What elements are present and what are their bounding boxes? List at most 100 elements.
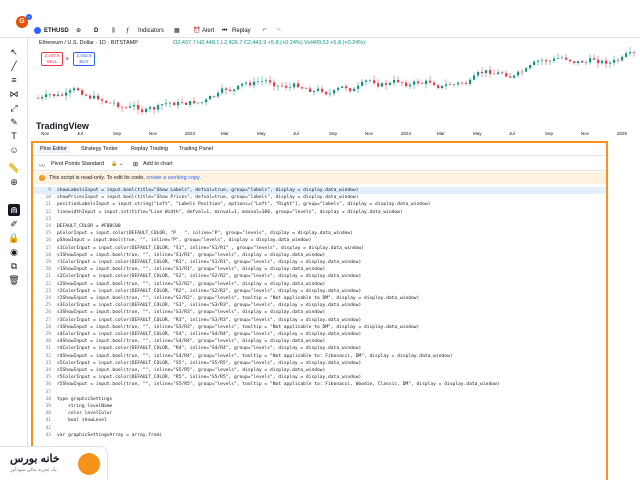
sell-button[interactable]: 2,447.9 SELL — [41, 52, 63, 66]
candle-body — [325, 91, 328, 95]
code-line[interactable]: 37 — [33, 389, 606, 396]
code-line[interactable]: 42 — [33, 425, 606, 432]
text-icon[interactable]: T — [8, 130, 20, 142]
stay-drawing-icon[interactable]: ✐ — [8, 218, 20, 230]
layers-icon[interactable]: ⧉ — [8, 260, 20, 272]
candle-body — [569, 59, 572, 62]
code-line[interactable]: 29 s4ColorInput = input.color(DEFAULT_COL… — [33, 331, 606, 338]
add-to-chart-button[interactable]: Add to chart — [143, 161, 173, 167]
tab-strategy-tester[interactable]: Strategy Tester — [81, 146, 118, 152]
trash-icon[interactable]: 🗑 — [8, 274, 20, 286]
tab-trading-panel[interactable]: Trading Panel — [179, 146, 213, 152]
code-line[interactable]: 32 r4ShowInput = input.bool(true, "", inl… — [33, 353, 606, 360]
code-line[interactable]: 14 DEFAULT_COLOR = #FB8C00 — [33, 223, 606, 230]
code-line[interactable]: 39 string levelName — [33, 403, 606, 410]
candle-body — [297, 83, 300, 88]
code-line[interactable]: 20 r1ShowInput = input.bool(true, "", inl… — [33, 266, 606, 273]
code-line[interactable]: 28 r3ShowInput = input.bool(true, "", inl… — [33, 324, 606, 331]
cursor-icon[interactable]: ↖ — [8, 46, 20, 58]
candle-body — [549, 60, 552, 62]
code-line[interactable]: 40 color levelColor — [33, 410, 606, 417]
ohlc-readout: O2,437.7 H2,448.1 L2,426.7 C2,443.9 +5.8… — [173, 40, 366, 46]
code-line[interactable]: 35 r5ColorInput = input.color(DEFAULT_COL… — [33, 374, 606, 381]
code-line[interactable]: 11 positionLabelsInput = input.string("Le… — [33, 201, 606, 208]
code-line[interactable]: 22 s2ShowInput = input.bool(true, "", inl… — [33, 281, 606, 288]
indicators-button[interactable]: Indicators — [138, 26, 164, 36]
candle-body — [233, 89, 236, 92]
code-line[interactable]: 13 — [33, 216, 606, 223]
trend-line-icon[interactable]: ╱ — [8, 60, 20, 72]
time-tick: 2023 — [185, 131, 196, 136]
candle-body — [253, 81, 256, 86]
candle-body — [577, 61, 580, 64]
code-line[interactable]: 18 s1ShowInput = input.bool(true, "", inl… — [33, 252, 606, 259]
brush-icon[interactable]: ✎ — [8, 116, 20, 128]
time-tick: Sep — [329, 131, 338, 136]
zoom-icon[interactable]: ⊕ — [8, 176, 20, 188]
replay-icon[interactable]: ⏮ — [222, 26, 227, 36]
code-line[interactable]: 36 r5ShowInput = input.bool(true, "", inl… — [33, 381, 606, 388]
candle-body — [525, 68, 528, 72]
code-text: showLabelsInput = input.bool(title="Show… — [57, 188, 359, 193]
code-line[interactable]: 34 s5ShowInput = input.bool(true, "", inl… — [33, 367, 606, 374]
interval-selector[interactable]: D — [94, 26, 98, 36]
code-area[interactable]: 9 showLabelsInput = input.bool(title="Sho… — [33, 187, 606, 480]
forecast-icon[interactable]: ⤢ — [8, 102, 20, 114]
code-line[interactable]: 10 showPricesInput = input.bool(title="Sh… — [33, 194, 606, 201]
candle-body — [329, 93, 332, 95]
code-line[interactable]: 27 r3ColorInput = input.color(DEFAULT_COL… — [33, 317, 606, 324]
code-line[interactable]: 12 linewidthInput = input.int(title="Line… — [33, 209, 606, 216]
line-number: 28 — [45, 324, 51, 330]
chevron-down-icon[interactable]: ⌄ — [119, 161, 123, 167]
undo-icon[interactable]: ↶ — [262, 26, 267, 36]
magnet-icon[interactable]: ⋒ — [8, 204, 20, 216]
add-to-chart-icon[interactable]: ⊞ — [133, 161, 138, 168]
code-line[interactable]: 33 s5ColorInput = input.color(DEFAULT_COL… — [33, 360, 606, 367]
code-line[interactable]: 41 bool showLevel — [33, 417, 606, 424]
alert-button[interactable]: Alert — [202, 26, 214, 36]
pattern-icon[interactable]: ⋈ — [8, 88, 20, 100]
code-line[interactable]: 16 pShowInput = input.bool(true, "", inli… — [33, 237, 606, 244]
layouts-icon[interactable]: ▦ — [174, 26, 180, 36]
line-number: 20 — [45, 267, 51, 273]
ruler-icon[interactable]: 📏 — [8, 162, 20, 174]
code-line[interactable]: 30 s4ShowInput = input.bool(true, "", inl… — [33, 338, 606, 345]
time-axis[interactable]: Nov Jul Sep Nov 2023 Mar May Jul Sep Nov 2024 Mar Ma… — [29, 131, 640, 138]
code-line[interactable]: 15 pColorInput = input.color(DEFAULT_COLO… — [33, 230, 606, 237]
code-line[interactable]: 21 s2ColorInput = input.color(DEFAULT_COL… — [33, 273, 606, 280]
line-number: 13 — [45, 216, 51, 222]
candle-body — [393, 79, 396, 83]
code-line[interactable]: 26 s3ShowInput = input.bool(true, "", inl… — [33, 309, 606, 316]
code-line[interactable]: 43 var graphicSettingsArray = array.from( — [33, 432, 606, 439]
add-symbol-icon[interactable]: ⊕ — [76, 26, 81, 36]
code-line[interactable]: 23 r2ColorInput = input.color(DEFAULT_COL… — [33, 288, 606, 295]
code-line[interactable]: 24 r2ShowInput = input.bool(true, "", inl… — [33, 295, 606, 302]
emoji-icon[interactable]: ☺ — [8, 144, 20, 156]
price-chart[interactable]: Ethereum / U.S. Dollar · 1D · BITSTAMP O… — [29, 38, 640, 138]
script-name[interactable]: Pivot Points Standard — [51, 161, 104, 167]
code-text: pShowInput = input.bool(true, "", inline… — [57, 238, 312, 244]
indicators-icon[interactable]: ƒ — [126, 26, 129, 36]
buy-button[interactable]: 2,442.9 BUY — [73, 52, 95, 66]
tab-replay-trading[interactable]: Replay Trading — [131, 146, 168, 152]
hide-icon[interactable]: ◉ — [8, 246, 20, 258]
code-line[interactable]: 25 s3ColorInput = input.color(DEFAULT_COL… — [33, 302, 606, 309]
tab-pine-editor[interactable]: Pine Editor — [37, 145, 70, 153]
line-number: 18 — [45, 252, 51, 258]
alert-icon[interactable]: ⏰ — [193, 26, 200, 36]
candle-body — [529, 65, 532, 69]
code-line[interactable]: 31 r4ColorInput = input.color(DEFAULT_COL… — [33, 345, 606, 352]
symbol-search[interactable]: ETHUSD — [44, 26, 69, 36]
bar-style-icon[interactable]: ⫼ — [112, 26, 115, 36]
code-line[interactable]: 17 s1ColorInput = input.color(DEFAULT_COL… — [33, 245, 606, 252]
code-line[interactable]: 19 r1ColorInput = input.color(DEFAULT_COL… — [33, 259, 606, 266]
code-line[interactable]: 38 type graphicSettings — [33, 396, 606, 403]
redo-icon[interactable]: ↷ — [276, 26, 281, 36]
fib-icon[interactable]: ≡ — [8, 74, 20, 86]
create-working-copy-link[interactable]: create a working copy. — [146, 175, 201, 181]
lock-icon[interactable]: 🔒 — [8, 232, 20, 244]
replay-button[interactable]: Replay — [232, 26, 251, 36]
time-tick: 2024 — [401, 131, 412, 136]
time-tick: Sep — [113, 131, 122, 136]
code-line[interactable]: 9 showLabelsInput = input.bool(title="Sho… — [33, 187, 606, 195]
